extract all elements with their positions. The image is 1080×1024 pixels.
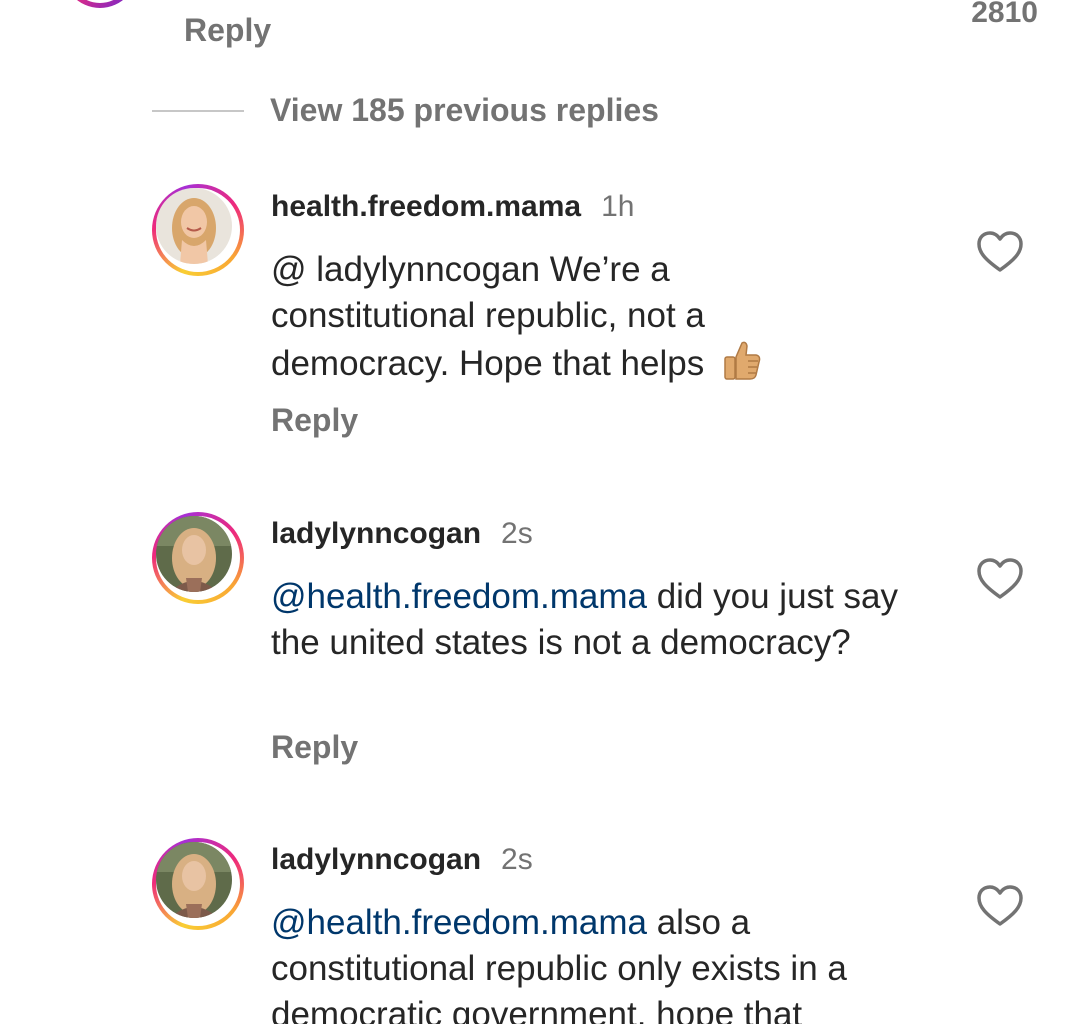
avatar[interactable] (152, 184, 244, 276)
mention[interactable]: @health.freedom.mama (271, 903, 647, 942)
like-count: 2810 (971, 0, 1038, 29)
avatar-photo (156, 842, 232, 918)
comments-screen: Reply 2810 View 185 previous replies hea… (0, 0, 1080, 1024)
reply-button[interactable]: Reply (271, 729, 358, 766)
comment-text: @health.freedom.mama also a constitution… (271, 903, 847, 1024)
divider (152, 109, 244, 112)
comment-text: @health.freedom.mama did you just say th… (271, 577, 898, 662)
view-previous-replies-label: View 185 previous replies (270, 92, 659, 128)
avatar[interactable] (152, 838, 244, 930)
comment-time: 2s (501, 843, 533, 876)
heart-icon[interactable] (976, 230, 1024, 274)
comment-time: 2s (501, 517, 533, 550)
comment-username[interactable]: ladylynncogan (271, 517, 481, 551)
comment-time: 1h (601, 190, 635, 223)
mention[interactable]: @ ladylynncogan (271, 250, 540, 289)
avatar[interactable] (60, 0, 140, 8)
avatar-photo (156, 516, 232, 592)
comment-text: @ ladylynncogan We’re a constitutional r… (271, 247, 831, 393)
avatar-photo (156, 188, 232, 264)
mention[interactable]: @health.freedom.mama (271, 577, 647, 616)
thumbs-up-icon (722, 339, 762, 393)
reply-button[interactable]: Reply (271, 402, 358, 439)
reply-button[interactable]: Reply (184, 12, 271, 49)
heart-icon[interactable] (976, 884, 1024, 928)
comment-username[interactable]: ladylynncogan (271, 843, 481, 877)
avatar[interactable] (152, 512, 244, 604)
heart-icon[interactable] (976, 557, 1024, 601)
view-previous-replies[interactable]: View 185 previous replies (152, 92, 659, 129)
comment-username[interactable]: health.freedom.mama (271, 190, 581, 224)
